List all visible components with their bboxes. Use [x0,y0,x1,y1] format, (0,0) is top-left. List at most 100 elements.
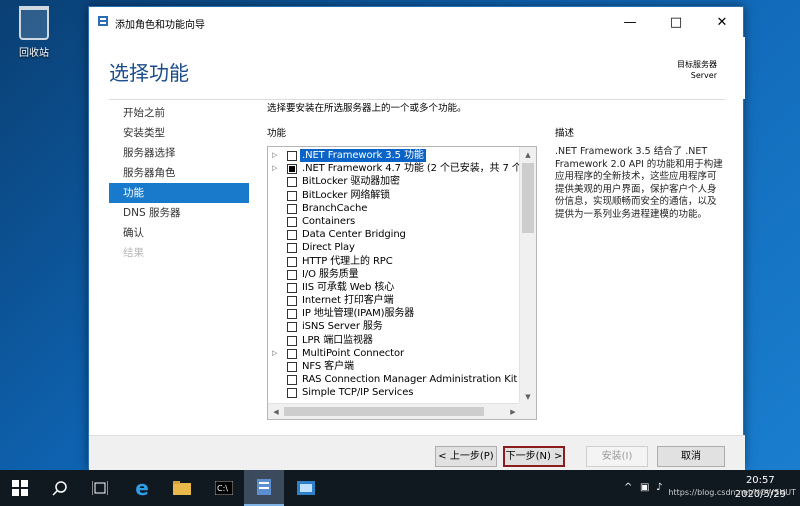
taskbar-explorer[interactable] [162,470,202,506]
feature-label: Containers [302,215,356,227]
cancel-button[interactable]: 取消 [657,446,725,467]
feature-checkbox[interactable] [287,309,297,320]
nav-item-server-roles[interactable]: 服务器角色 [109,163,249,183]
destination-label: 目标服务器 [677,60,717,69]
feature-checkbox[interactable] [287,296,297,307]
feature-checkbox[interactable] [287,164,297,175]
search-button[interactable] [40,470,80,506]
feature-checkbox[interactable] [287,375,297,386]
features-tree[interactable]: ▷ .NET Framework 3.5 功能 ▷ .NET Framework 4… [267,146,537,420]
feature-checkbox[interactable] [287,243,297,254]
expand-arrow-icon[interactable]: ▷ [272,162,280,175]
feature-row[interactable]: ▷ .NET Framework 3.5 功能 [268,149,518,162]
feature-label: LPR 端口监视器 [302,334,373,346]
recycle-bin[interactable]: 回收站 [4,4,64,64]
feature-row[interactable]: I/O 服务质量 [268,268,518,281]
feature-checkbox[interactable] [287,177,297,188]
taskbar-wizard[interactable] [286,470,326,506]
feature-row[interactable]: BitLocker 驱动器加密 [268,175,518,188]
feature-checkbox[interactable] [287,282,297,293]
expand-arrow-icon[interactable]: ▷ [272,347,280,360]
feature-label: .NET Framework 3.5 功能 [300,149,426,162]
feature-checkbox[interactable] [287,203,297,214]
taskbar-powershell[interactable]: C:\ [204,470,244,506]
feature-label: Data Center Bridging [302,229,406,241]
feature-label: RAS Connection Manager Administration Ki… [302,374,531,386]
feature-label: I/O 服务质量 [302,268,359,280]
network-icon[interactable]: ▣ [640,482,649,493]
nav-item-before-you-begin[interactable]: 开始之前 [109,103,249,123]
feature-row[interactable]: BranchCache [268,202,518,215]
nav-item-dns-server[interactable]: DNS 服务器 [109,203,249,223]
taskbar-server-manager[interactable] [244,470,284,506]
close-button[interactable]: ✕ [699,7,745,37]
chevron-up-icon[interactable]: ^ [624,482,632,493]
horizontal-scrollbar[interactable]: ◀ ▶ [268,403,521,419]
feature-label: BitLocker 网络解锁 [302,189,391,201]
feature-row[interactable]: iSNS Server 服务 [268,320,518,333]
feature-label: Internet 打印客户端 [302,295,394,307]
feature-checkbox[interactable] [287,256,297,267]
install-button: 安装(I) [586,446,648,467]
previous-button[interactable]: < 上一步(P) [435,446,497,467]
feature-label: .NET Framework 4.7 功能 (2 个已安装，共 7 个) [302,163,526,175]
minimize-button[interactable]: — [607,7,653,37]
wizard-header: 选择功能 目标服务器 Server [89,37,745,99]
feature-row[interactable]: ▷ .NET Framework 4.7 功能 (2 个已安装，共 7 个) [268,162,526,175]
feature-row[interactable]: RAS Connection Manager Administration Ki… [268,373,531,386]
vertical-scroll-thumb[interactable] [522,163,534,233]
feature-row[interactable]: Containers [268,215,518,228]
feature-row[interactable]: IP 地址管理(IPAM)服务器 [268,307,518,320]
next-button[interactable]: 下一步(N) > [503,446,565,467]
horizontal-scroll-thumb[interactable] [284,407,484,416]
feature-row[interactable]: Direct Play [268,241,518,254]
watermark-text: https://blog.csdn.net/NOWSHUT [668,488,796,497]
nav-item-features[interactable]: 功能 [109,183,249,203]
feature-row[interactable]: Data Center Bridging [268,228,518,241]
window-title: 添加角色和功能向导 [115,20,205,31]
scrollbar-corner [519,403,536,419]
expand-arrow-icon[interactable]: ▷ [272,149,280,162]
wizard-app-icon [297,481,315,495]
page-title: 选择功能 [109,61,189,85]
description-label: 描述 [555,128,575,139]
feature-row[interactable]: ▷ MultiPoint Connector [268,347,518,360]
feature-row[interactable]: NFS 客户端 [268,360,518,373]
nav-item-server-selection[interactable]: 服务器选择 [109,143,249,163]
wizard-window: 添加角色和功能向导 — □ ✕ 选择功能 目标服务器 Server 开始之前 安… [88,6,745,470]
feature-row[interactable]: HTTP 代理上的 RPC [268,255,518,268]
task-view-button[interactable] [80,470,120,506]
clock-time: 20:57 [745,475,775,486]
feature-row[interactable]: LPR 端口监视器 [268,334,518,347]
taskbar-ie[interactable]: e [122,470,162,506]
features-label: 功能 [267,128,287,139]
feature-checkbox[interactable] [287,348,297,359]
feature-label: BranchCache [302,202,368,214]
feature-row[interactable]: Internet 打印客户端 [268,294,518,307]
feature-checkbox[interactable] [287,335,297,346]
feature-row[interactable]: Simple TCP/IP Services [268,386,518,399]
feature-checkbox[interactable] [287,190,297,201]
recycle-bin-icon [19,6,49,40]
vertical-scrollbar[interactable]: ▲ ▼ [519,147,536,405]
maximize-button[interactable]: □ [653,7,699,37]
feature-row[interactable]: IIS 可承载 Web 核心 [268,281,518,294]
nav-item-installation-type[interactable]: 安装类型 [109,123,249,143]
scroll-left-icon[interactable]: ◀ [268,404,284,419]
feature-checkbox[interactable] [287,151,297,161]
start-button[interactable] [0,470,40,506]
scroll-up-icon[interactable]: ▲ [520,147,536,163]
feature-checkbox[interactable] [287,216,297,227]
feature-checkbox[interactable] [287,230,297,241]
nav-item-confirmation[interactable]: 确认 [109,223,249,243]
feature-checkbox[interactable] [287,269,297,280]
feature-checkbox[interactable] [287,362,297,372]
feature-checkbox[interactable] [287,322,297,333]
destination-value: Server [690,71,717,80]
feature-label: IP 地址管理(IPAM)服务器 [302,308,415,320]
description-text: .NET Framework 3.5 结合了 .NET Framework 2.… [555,146,723,220]
volume-icon[interactable]: ♪ [656,482,662,493]
feature-checkbox[interactable] [287,388,297,399]
feature-row[interactable]: BitLocker 网络解锁 [268,189,518,202]
title-bar[interactable]: 添加角色和功能向导 — □ ✕ [89,7,743,37]
